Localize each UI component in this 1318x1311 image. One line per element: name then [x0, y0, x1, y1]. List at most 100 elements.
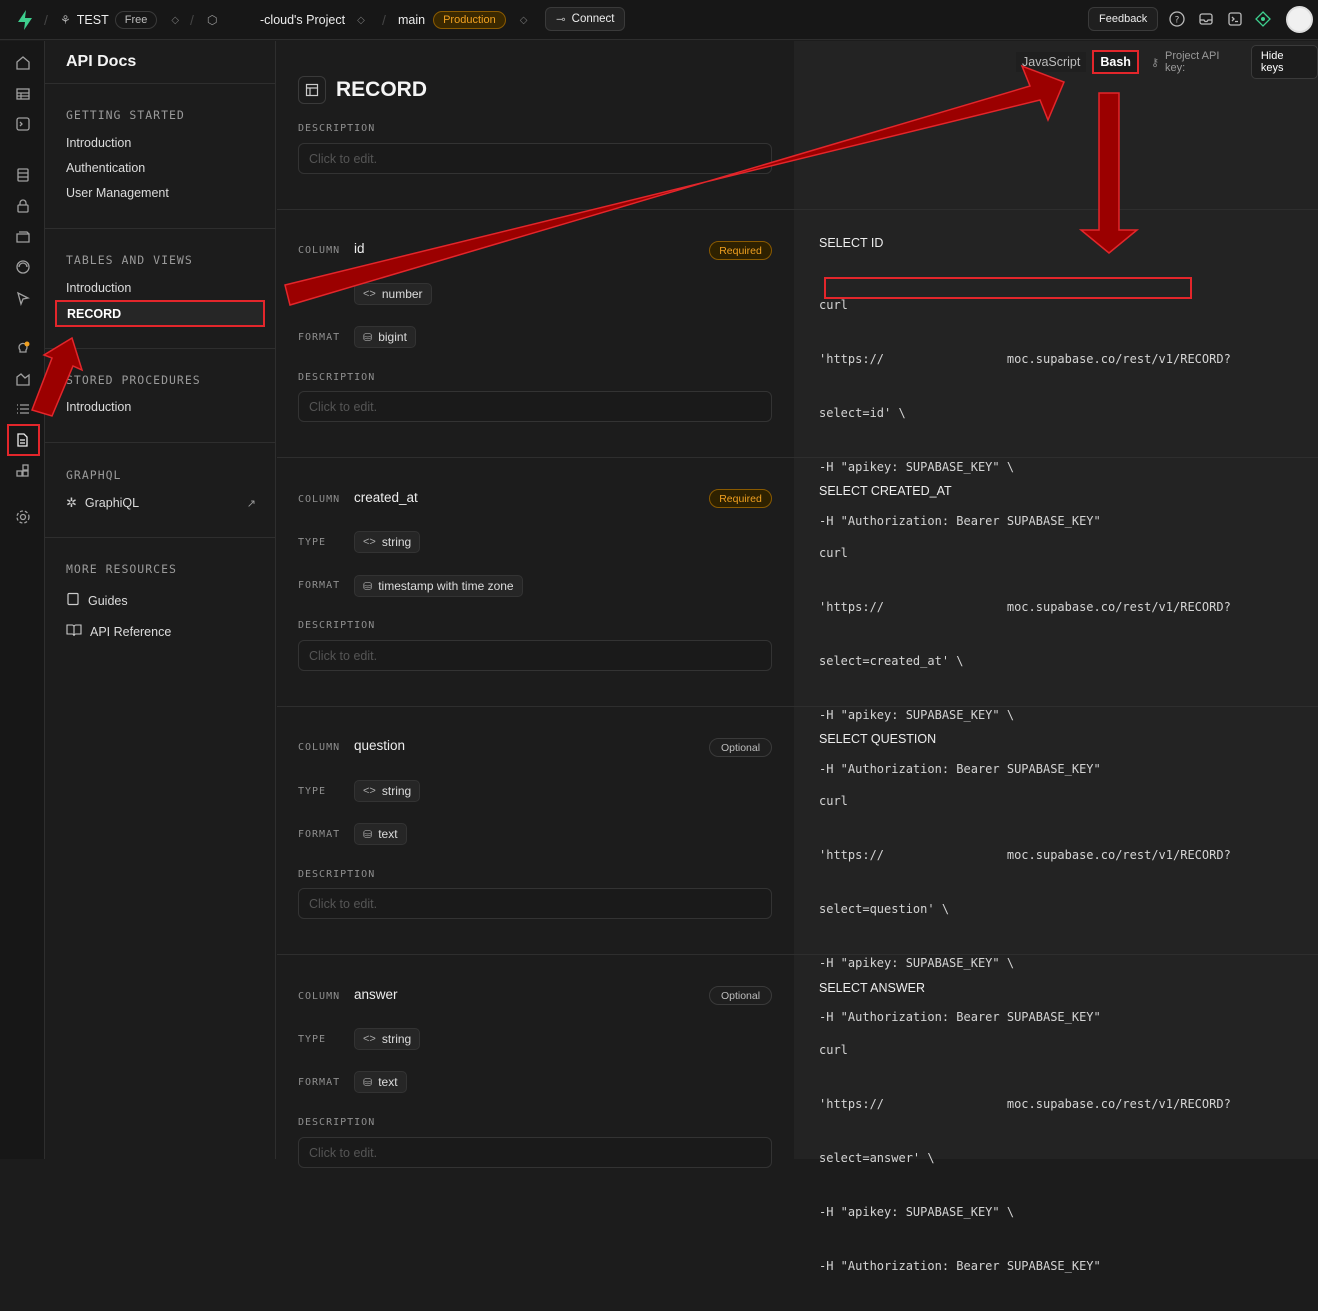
- section-heading-tables-views: TABLES AND VIEWS: [66, 253, 193, 267]
- auth-lock-icon[interactable]: [13, 196, 33, 216]
- code-snippet[interactable]: curl 'https:// moc.supabase.co/rest/v1/R…: [819, 1005, 1231, 1311]
- format-chip: ⛁ text: [354, 823, 407, 845]
- project-switcher[interactable]: -cloud's Project ◇: [260, 0, 365, 40]
- required-badge: Required: [709, 489, 772, 508]
- code-line: 'https:// moc.supabase.co/rest/v1/RECORD…: [819, 1097, 1231, 1111]
- optional-badge: Optional: [709, 738, 772, 757]
- column-label: COLUMN: [298, 494, 341, 505]
- plan-badge: Free: [114, 11, 158, 29]
- table-description-input[interactable]: Click to edit.: [298, 143, 772, 174]
- code-line: -H "Authorization: Bearer SUPABASE_KEY": [819, 1259, 1101, 1273]
- section-heading-graphql: GRAPHQL: [66, 468, 122, 482]
- chevron-updown-icon[interactable]: ◇: [520, 15, 528, 26]
- divider: [45, 348, 276, 349]
- sidebar-item-authentication[interactable]: Authentication: [66, 161, 145, 175]
- storage-icon[interactable]: [13, 227, 33, 247]
- section-heading-getting-started: GETTING STARTED: [66, 108, 185, 122]
- chevron-updown-icon[interactable]: ◇: [171, 15, 179, 26]
- column-label: COLUMN: [298, 991, 341, 1002]
- table-editor-icon[interactable]: [13, 84, 33, 104]
- sidebar-item-guides[interactable]: Guides: [66, 592, 128, 609]
- column-name-created-at: created_at: [354, 490, 418, 505]
- column-description-input[interactable]: Click to edit.: [298, 391, 772, 422]
- chevron-updown-icon[interactable]: ◇: [357, 15, 365, 26]
- sidebar-item-tables-introduction[interactable]: Introduction: [66, 281, 131, 295]
- project-icon: ⬡: [207, 13, 218, 27]
- sidebar-item-label: RECORD: [67, 307, 122, 321]
- description-label: DESCRIPTION: [298, 1117, 376, 1128]
- plug-icon: ⊸: [556, 14, 566, 26]
- tab-bash[interactable]: Bash: [1092, 50, 1139, 74]
- org-icon: ⚘: [60, 13, 71, 27]
- database-icon: ⛁: [363, 580, 373, 593]
- format-label: FORMAT: [298, 332, 341, 343]
- snippet-title: SELECT CREATED_AT: [819, 484, 952, 498]
- sidebar-item-procedures-introduction[interactable]: Introduction: [66, 400, 131, 414]
- environment-badge: Production: [433, 11, 506, 29]
- edge-functions-icon[interactable]: [13, 288, 33, 308]
- code-line: select=answer' \: [819, 1151, 935, 1165]
- column-name-id: id: [354, 241, 365, 256]
- sql-editor-icon[interactable]: [13, 114, 33, 134]
- type-label: TYPE: [298, 1034, 327, 1045]
- database-icon[interactable]: [13, 165, 33, 185]
- code-line: -H "apikey: SUPABASE_KEY" \: [819, 460, 1015, 474]
- format-label: FORMAT: [298, 580, 341, 591]
- annotation-highlight-api-docs: [7, 424, 40, 456]
- inbox-icon[interactable]: [1197, 10, 1215, 28]
- book-icon: [66, 592, 80, 609]
- logs-list-icon[interactable]: [13, 399, 33, 419]
- column-description-input[interactable]: Click to edit.: [298, 888, 772, 919]
- annotation-highlight-url: [824, 277, 1192, 299]
- user-avatar[interactable]: [1286, 6, 1313, 33]
- divider: [45, 537, 276, 538]
- snippet-title: SELECT ANSWER: [819, 981, 926, 995]
- settings-gear-icon[interactable]: [13, 507, 33, 527]
- column-label: COLUMN: [298, 742, 341, 753]
- sidebar-item-user-management[interactable]: User Management: [66, 186, 169, 200]
- code-line: -H "apikey: SUPABASE_KEY" \: [819, 1205, 1015, 1219]
- type-value: string: [381, 535, 412, 549]
- branch-switcher[interactable]: main Production ◇: [398, 0, 527, 40]
- hide-keys-button[interactable]: Hide keys: [1250, 45, 1318, 79]
- description-label: DESCRIPTION: [298, 372, 376, 383]
- column-description-input[interactable]: Click to edit.: [298, 1137, 772, 1168]
- realtime-icon[interactable]: [13, 257, 33, 277]
- api-key-label: Project API key:: [1165, 50, 1220, 74]
- database-icon: ⛁: [363, 828, 373, 841]
- tab-javascript[interactable]: JavaScript: [1016, 52, 1087, 72]
- sidebar-item-graphiql[interactable]: ✲ GraphiQL ↗: [66, 495, 256, 511]
- column-description-input[interactable]: Click to edit.: [298, 640, 772, 671]
- code-line: select=id' \: [819, 406, 906, 420]
- sidebar-item-introduction[interactable]: Introduction: [66, 136, 131, 150]
- code-icon: <>: [363, 288, 376, 300]
- org-name: TEST: [76, 13, 109, 27]
- format-value: text: [378, 827, 398, 841]
- section-heading-stored-procedures: STORED PROCEDURES: [66, 373, 201, 387]
- code-icon: <>: [363, 785, 376, 797]
- sidebar-item-api-reference[interactable]: API Reference: [66, 623, 171, 640]
- home-icon[interactable]: [13, 53, 33, 73]
- format-label: FORMAT: [298, 829, 341, 840]
- feedback-button[interactable]: Feedback: [1088, 7, 1159, 31]
- language-tabs: JavaScript Bash ⚷ Project API key: Hide …: [1016, 45, 1318, 79]
- integrations-icon[interactable]: [13, 461, 33, 481]
- api-docs-sidebar: API Docs GETTING STARTED Introduction Au…: [45, 41, 276, 1159]
- format-chip: ⛁ text: [354, 1071, 407, 1093]
- terminal-icon[interactable]: [1226, 10, 1244, 28]
- assistant-icon[interactable]: [1254, 10, 1272, 28]
- type-value: number: [381, 287, 423, 301]
- sidebar-item-record[interactable]: RECORD: [55, 300, 265, 327]
- help-icon[interactable]: ?: [1168, 10, 1186, 28]
- supabase-logo-icon[interactable]: [16, 10, 34, 30]
- code-icon: <>: [363, 536, 376, 548]
- reports-chart-icon[interactable]: [13, 369, 33, 389]
- connect-button[interactable]: ⊸ Connect: [545, 7, 626, 31]
- open-book-icon: [66, 623, 82, 640]
- snippet-title: SELECT ID: [819, 236, 884, 250]
- org-switcher[interactable]: ⚘ TEST Free ◇: [60, 0, 179, 40]
- graphql-icon: ✲: [66, 495, 77, 510]
- description-label: DESCRIPTION: [298, 123, 376, 134]
- external-link-icon: ↗: [246, 497, 256, 510]
- advisors-bulb-icon[interactable]: [13, 338, 33, 358]
